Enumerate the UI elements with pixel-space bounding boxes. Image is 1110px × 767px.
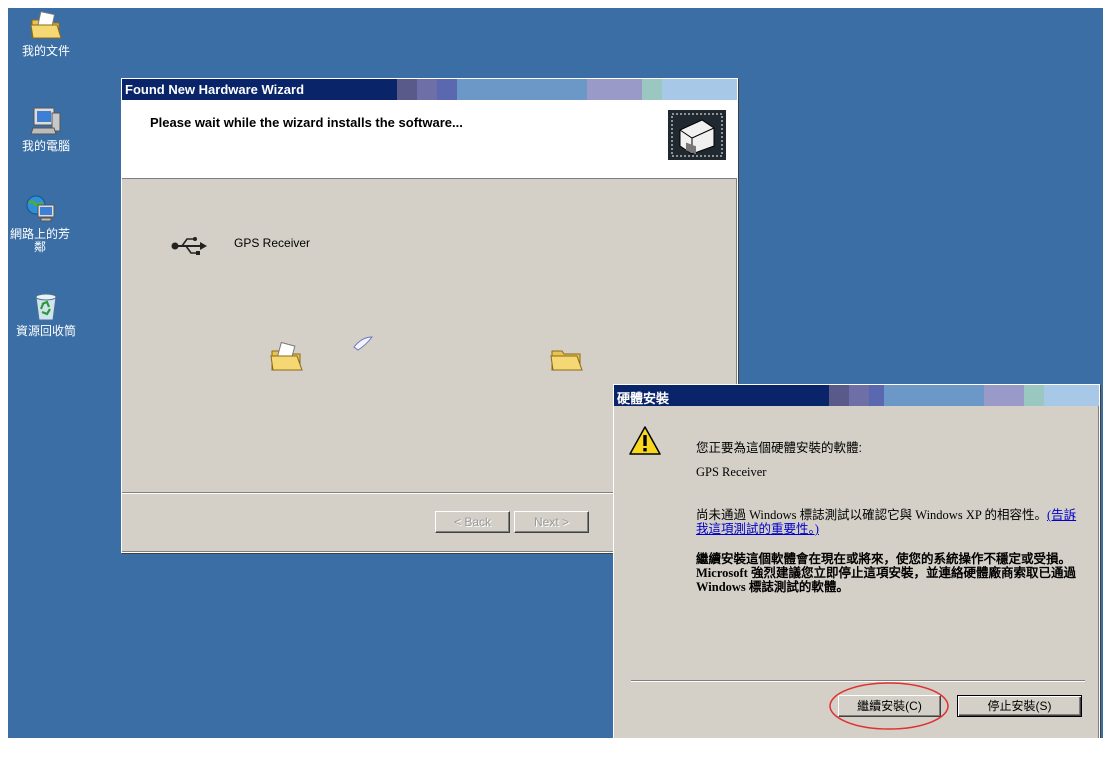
dialog-title: 硬體安裝 [617, 391, 670, 406]
logo-test-text: 尚未通過 Windows 標誌測試以確認它與 Windows XP 的相容性。 [696, 508, 1047, 522]
desktop-icon-label: 我的文件 [21, 44, 70, 58]
source-folder-icon [270, 342, 303, 371]
dialog-device-name: GPS Receiver [696, 465, 767, 479]
wizard-title: Found New Hardware Wizard [125, 82, 305, 97]
flying-paper-icon [353, 336, 374, 351]
desktop-icon-my-computer[interactable]: 我的電腦 [14, 105, 78, 153]
wizard-header-panel: Please wait while the wizard installs th… [122, 100, 737, 179]
hardware-installation-dialog: 硬體安裝 您正要為這個硬體安裝的軟體: GPS Receiver 尚未通過 Wi… [613, 384, 1100, 738]
desktop-icon-network-places[interactable]: 網路上的芳鄰 [8, 193, 72, 254]
wizard-header-text: Please wait while the wizard installs th… [150, 115, 463, 130]
desktop-icon-label: 網路上的芳鄰 [9, 227, 70, 254]
next-button[interactable]: Next > [514, 511, 589, 533]
desktop-icon-my-documents[interactable]: 我的文件 [14, 10, 78, 58]
my-documents-icon [30, 11, 62, 39]
recycle-bin-icon [35, 293, 57, 321]
desktop: 我的文件 我的電腦 網路上的芳鄰 資源回收筒 Found New Hardwar… [8, 8, 1103, 738]
dialog-intro-text: 您正要為這個硬體安裝的軟體: [696, 441, 862, 455]
desktop-icon-recycle-bin[interactable]: 資源回收筒 [14, 290, 78, 338]
desktop-icon-label: 我的電腦 [21, 139, 70, 153]
warning-icon [629, 426, 661, 455]
usb-icon [171, 237, 207, 255]
stop-installation-button[interactable]: 停止安裝(S) [957, 695, 1082, 717]
back-button[interactable]: < Back [435, 511, 510, 533]
my-computer-icon [30, 107, 61, 135]
hardware-wizard-icon [668, 110, 726, 160]
dialog-title-bar[interactable]: 硬體安裝 [614, 385, 1099, 406]
warning-message: 繼續安裝這個軟體會在現在或將來，使您的系統操作不穩定或受損。Microsoft … [696, 552, 1076, 594]
highlight-ellipse [829, 682, 949, 730]
wizard-title-bar[interactable]: Found New Hardware Wizard [122, 79, 737, 100]
destination-folder-icon [550, 350, 583, 371]
logo-test-message: 尚未通過 Windows 標誌測試以確認它與 Windows XP 的相容性。(… [696, 508, 1081, 536]
desktop-icon-label: 資源回收筒 [15, 324, 76, 338]
wizard-device-name: GPS Receiver [234, 236, 311, 250]
network-places-icon [26, 195, 55, 222]
